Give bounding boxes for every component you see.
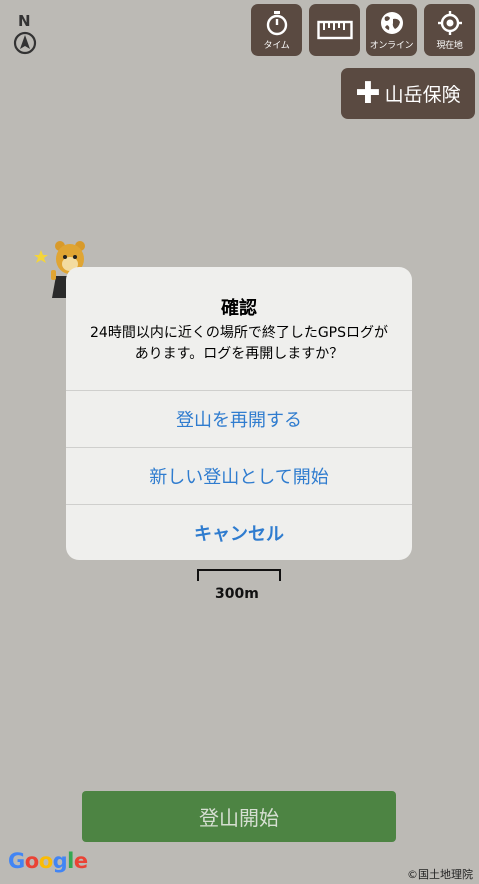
compass-north-label: N (18, 12, 31, 30)
google-logo-letter: l (67, 849, 74, 873)
plus-icon: ✚ (355, 75, 381, 111)
scale-label: 300m (215, 586, 259, 602)
google-logo-letter: e (73, 849, 88, 873)
current-location-button[interactable]: 現在地 (424, 4, 475, 56)
ruler-icon (316, 20, 353, 40)
new-climb-button[interactable]: 新しい登山として開始 (66, 447, 412, 504)
google-logo-letter: g (52, 849, 68, 873)
compass-arrow-icon (13, 31, 37, 55)
resume-climb-button[interactable]: 登山を再開する (66, 390, 412, 447)
dialog-title: 確認 (221, 298, 257, 319)
dialog-message: 24時間以内に近くの場所で終了したGPSログがあります。ログを再開しますか？ (90, 325, 388, 362)
google-logo-letter: o (24, 849, 39, 873)
stopwatch-icon (266, 11, 287, 36)
online-button[interactable]: オンライン (366, 4, 417, 56)
mountain-insurance-label: 山岳保険 (384, 84, 461, 106)
compass[interactable]: N (10, 12, 40, 56)
timer-button[interactable]: タイム (251, 4, 302, 56)
google-logo: Google (8, 849, 88, 873)
globe-icon (380, 12, 403, 34)
start-climb-button[interactable]: 登山開始 (82, 791, 396, 842)
online-label: オンライン (369, 41, 414, 51)
scale-bar (197, 569, 281, 581)
timer-label: タイム (263, 41, 290, 51)
crosshair-icon (437, 11, 462, 35)
confirm-dialog: 確認 24時間以内に近くの場所で終了したGPSログがあります。ログを再開しますか… (66, 267, 412, 560)
cancel-button[interactable]: キャンセル (66, 504, 412, 560)
mountain-insurance-button[interactable]: ✚ 山岳保険 (341, 68, 475, 119)
location-label: 現在地 (436, 41, 463, 51)
map-attribution: ©国土地理院 (407, 868, 473, 881)
google-logo-letter: G (8, 849, 25, 873)
google-logo-letter: o (38, 849, 53, 873)
ruler-button[interactable] (309, 4, 360, 56)
map-scale: 300m (197, 569, 281, 605)
